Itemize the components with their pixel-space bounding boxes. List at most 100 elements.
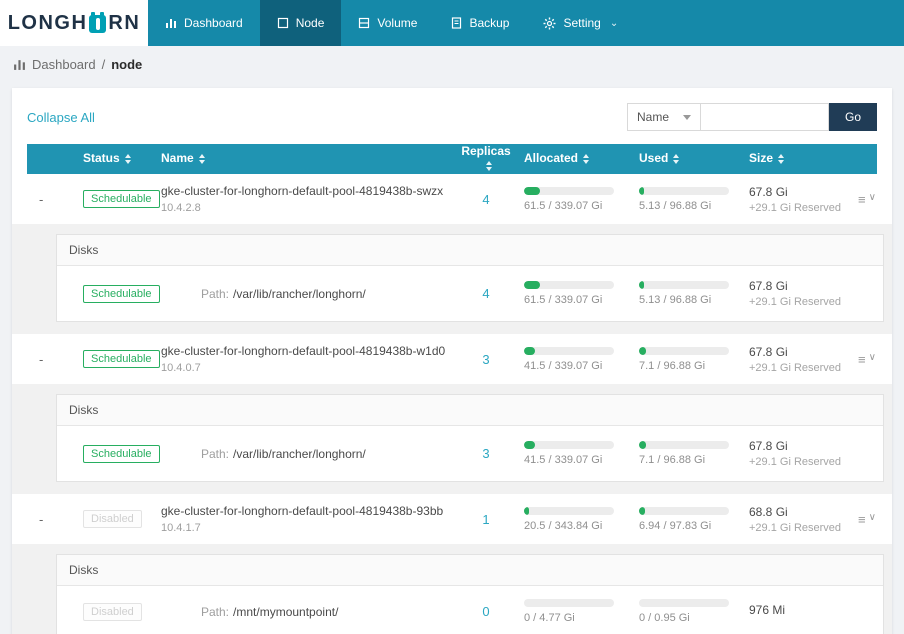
nav-item-node[interactable]: Node [259, 0, 342, 46]
size-value: 67.8 Gi [749, 439, 788, 453]
node-row: - Schedulable gke-cluster-for-longhorn-d… [27, 174, 877, 224]
disks-expanded-section: Disks Disabled Path:/mnt/mymountpoint/ 0… [12, 544, 892, 634]
used-bar [639, 186, 729, 195]
replica-count-link[interactable]: 0 [482, 604, 489, 619]
sort-icon[interactable] [583, 151, 590, 167]
row-menu-button[interactable]: ≡ ∨ [858, 512, 877, 527]
sort-icon[interactable] [673, 151, 680, 167]
allocated-bar [524, 186, 614, 195]
column-header-allocated[interactable]: Allocated [516, 151, 631, 167]
used-label: 0 / 0.95 Gi [639, 612, 690, 624]
table-header: Status Name Replicas Allocated Used Size [27, 144, 877, 174]
path-label: Path: [201, 604, 230, 619]
size-value: 67.8 Gi [749, 279, 788, 293]
logo-o-icon [89, 12, 107, 33]
node-icon [277, 17, 289, 29]
disk-path: /var/lib/rancher/longhorn/ [233, 446, 366, 461]
allocated-bar [524, 441, 614, 449]
disks-section-title: Disks [57, 555, 883, 586]
collapse-all-link[interactable]: Collapse All [27, 110, 95, 125]
breadcrumb-current: node [111, 56, 143, 72]
filter-field-select[interactable]: Name [626, 103, 701, 131]
column-header-status[interactable]: Status [57, 151, 149, 167]
size-reserved: +29.1 Gi Reserved [749, 361, 842, 374]
row-menu-button[interactable]: ≡ ∨ [858, 352, 877, 367]
go-button[interactable]: Go [829, 103, 877, 131]
allocated-label: 41.5 / 339.07 Gi [524, 454, 603, 466]
disks-section-title: Disks [57, 395, 883, 426]
replica-count-link[interactable]: 4 [482, 192, 489, 207]
nav-menu: Dashboard Node Volume Backup Setting ⌄ [148, 0, 635, 46]
allocated-bar [524, 506, 614, 515]
node-row: - Disabled gke-cluster-for-longhorn-defa… [27, 494, 877, 544]
size-value: 68.8 Gi [749, 504, 788, 519]
nav-item-backup[interactable]: Backup [434, 0, 526, 46]
disks-expanded-section: Disks Schedulable Path:/var/lib/rancher/… [12, 224, 892, 334]
column-header-replicas[interactable]: Replicas [456, 144, 516, 174]
chevron-down-icon: ∨ [868, 191, 876, 203]
allocated-label: 41.5 / 339.07 Gi [524, 359, 603, 372]
expand-toggle[interactable]: - [27, 192, 57, 207]
nav-item-setting[interactable]: Setting ⌄ [526, 0, 635, 46]
sort-icon[interactable] [124, 151, 131, 167]
hamburger-icon: ≡ [858, 351, 866, 367]
breadcrumb-root[interactable]: Dashboard [32, 57, 96, 72]
sort-icon[interactable] [485, 158, 492, 174]
disks-expanded-section: Disks Schedulable Path:/var/lib/rancher/… [12, 384, 892, 494]
node-row: - Schedulable gke-cluster-for-longhorn-d… [27, 334, 877, 384]
column-header-used[interactable]: Used [631, 151, 741, 167]
hamburger-icon: ≡ [858, 191, 866, 207]
node-name: gke-cluster-for-longhorn-default-pool-48… [161, 504, 444, 518]
bar-chart-icon [165, 17, 177, 29]
logo-text-suffix: RN [108, 11, 141, 34]
replica-count-link[interactable]: 3 [482, 352, 489, 367]
disk-row: Schedulable Path:/var/lib/rancher/longho… [57, 426, 883, 481]
status-badge: Disabled [83, 602, 142, 621]
hamburger-icon: ≡ [858, 511, 866, 527]
used-label: 5.13 / 96.88 Gi [639, 294, 712, 306]
expand-toggle[interactable]: - [27, 512, 57, 527]
chevron-down-icon: ∨ [868, 511, 876, 523]
table-toolbar: Collapse All Name Go [27, 103, 877, 131]
used-label: 7.1 / 96.88 Gi [639, 359, 706, 372]
size-value: 67.8 Gi [749, 344, 788, 359]
allocated-label: 20.5 / 343.84 Gi [524, 519, 603, 532]
used-label: 5.13 / 96.88 Gi [639, 199, 712, 212]
nav-item-dashboard[interactable]: Dashboard [148, 0, 260, 46]
used-bar [639, 506, 729, 515]
allocated-bar [524, 346, 614, 355]
volume-icon [358, 17, 370, 29]
logo-text-prefix: LONGH [7, 11, 88, 34]
node-ip: 10.4.0.7 [161, 362, 201, 374]
gear-icon [543, 17, 556, 30]
used-label: 7.1 / 96.88 Gi [639, 454, 706, 466]
nav-item-volume[interactable]: Volume [341, 0, 434, 46]
breadcrumb-separator: / [101, 56, 106, 72]
sort-icon[interactable] [778, 151, 785, 167]
size-reserved: +29.1 Gi Reserved [749, 456, 842, 468]
nav-label-backup: Backup [469, 16, 510, 30]
replica-count-link[interactable]: 4 [482, 286, 489, 301]
column-header-name[interactable]: Name [149, 151, 456, 167]
disk-path: /mnt/mymountpoint/ [233, 604, 339, 619]
nav-label-volume: Volume [377, 16, 418, 30]
row-menu-button[interactable]: ≡ ∨ [858, 192, 877, 207]
search-input[interactable] [701, 103, 829, 131]
backup-document-icon [451, 17, 462, 29]
chevron-down-icon: ⌄ [609, 17, 619, 29]
status-badge: Disabled [83, 510, 142, 528]
disk-row: Schedulable Path:/var/lib/rancher/longho… [57, 266, 883, 321]
replica-count-link[interactable]: 1 [482, 512, 489, 527]
sort-icon[interactable] [198, 151, 205, 167]
size-reserved: +29.1 Gi Reserved [749, 521, 842, 534]
expand-toggle[interactable]: - [27, 352, 57, 367]
column-header-size[interactable]: Size [741, 151, 858, 167]
used-bar [639, 281, 729, 289]
allocated-bar [524, 281, 614, 289]
nav-label-node: Node [295, 16, 325, 30]
breadcrumb-chart-icon [13, 58, 26, 71]
allocated-label: 61.5 / 339.07 Gi [524, 294, 603, 306]
path-label: Path: [201, 286, 230, 301]
top-navbar: LONGH RN Dashboard Node Volume Backup Se… [0, 0, 904, 46]
replica-count-link[interactable]: 3 [482, 446, 489, 461]
